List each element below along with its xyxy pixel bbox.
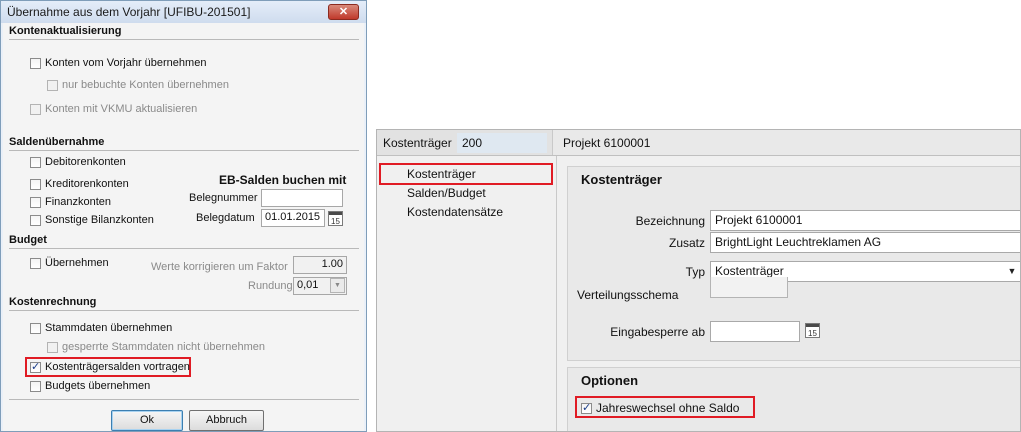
checkbox-stammdaten[interactable] (30, 322, 41, 334)
calendar-icon[interactable]: 15 (805, 323, 820, 338)
checkbox-budgets[interactable] (30, 380, 41, 392)
section-divider (9, 150, 359, 151)
checkbox-row-finanzkonten[interactable]: Finanzkonten (30, 196, 111, 208)
checkbox-row-budgets[interactable]: Budgets übernehmen (30, 380, 150, 392)
checkbox-label: Jahreswechsel ohne Saldo (596, 401, 740, 415)
group-title-optionen: Optionen (581, 373, 639, 388)
nav-item-kostentraeger[interactable]: Kostenträger (407, 167, 476, 181)
belegnummer-input[interactable] (261, 189, 343, 207)
bezeichnung-label: Bezeichnung (635, 214, 705, 228)
checkbox-label: gesperrte Stammdaten nicht übernehmen (62, 341, 266, 353)
belegdatum-input[interactable]: 01.01.2015 (261, 209, 325, 227)
kostentraeger-label: Kostenträger (383, 136, 452, 150)
section-divider (9, 39, 359, 40)
panel-content: Kostenträger Bezeichnung Projekt 6100001… (567, 166, 1020, 431)
section-divider (9, 310, 359, 311)
checkbox-label: Finanzkonten (45, 196, 112, 208)
checkbox-row-kostentraegersalden[interactable]: Kostenträgersalden vortragen (30, 360, 190, 373)
section-divider (9, 248, 359, 249)
checkbox-row-vkmu[interactable]: Konten mit VKMU aktualisieren (30, 103, 197, 115)
kostentraeger-number-field[interactable]: 200 (457, 133, 547, 153)
group-title-kostentraeger: Kostenträger (581, 172, 662, 187)
ok-button[interactable]: Ok (111, 410, 183, 431)
zusatz-input[interactable]: BrightLight Leuchtreklamen AG (710, 232, 1020, 253)
checkbox-label: Sonstige Bilanzkonten (45, 214, 154, 226)
section-divider (9, 399, 359, 400)
checkbox-label: Kostenträgersalden vortragen (45, 361, 190, 373)
faktor-input[interactable]: 1.00 (293, 256, 347, 274)
abbruch-button[interactable]: Abbruch (189, 410, 264, 431)
checkbox-label: Kreditorenkonten (45, 178, 129, 190)
checkbox-row-sonstige-bilanzkonten[interactable]: Sonstige Bilanzkonten (30, 214, 154, 226)
belegnummer-label: Belegnummer (189, 192, 258, 204)
checkbox-budget-uebernehmen[interactable] (30, 257, 41, 269)
checkbox-label: Debitorenkonten (45, 156, 126, 168)
section-title-budget: Budget (9, 234, 47, 246)
checkbox-nur-bebuchte[interactable] (47, 79, 58, 91)
calendar-icon[interactable]: 15 (328, 211, 343, 226)
checkbox-jahreswechsel[interactable] (581, 401, 592, 414)
rundung-value: 0,01 (297, 279, 319, 291)
eingabesperre-label: Eingabesperre ab (610, 325, 705, 339)
chevron-down-icon[interactable]: ▼ (330, 278, 345, 293)
checkbox-row-gesperrte[interactable]: gesperrte Stammdaten nicht übernehmen (47, 341, 265, 353)
panel-header: Kostenträger 200 Projekt 6100001 (377, 130, 1020, 156)
kostentraeger-panel: Kostenträger 200 Projekt 6100001 Kostent… (376, 129, 1021, 432)
checkbox-konten-vorjahr[interactable] (30, 57, 41, 69)
checkbox-row-kreditorenkonten[interactable]: Kreditorenkonten (30, 178, 129, 190)
checkbox-label: Übernehmen (45, 257, 109, 269)
dialog-body: Kontenaktualisierung Konten vom Vorjahr … (3, 23, 364, 431)
nav-item-salden-budget[interactable]: Salden/Budget (407, 186, 486, 200)
close-icon: ✕ (338, 6, 349, 18)
close-button[interactable]: ✕ (328, 4, 359, 20)
section-title-kostenrechnung: Kostenrechnung (9, 296, 97, 308)
chevron-down-icon[interactable]: ▼ (1004, 263, 1020, 280)
section-title-saldenuebernahme: Saldenübernahme (9, 136, 105, 148)
dialog-title-bar[interactable]: Übernahme aus dem Vorjahr [UFIBU-201501]… (1, 1, 366, 23)
checkbox-label: nur bebuchte Konten übernehmen (62, 79, 229, 91)
verteilungsschema-label: Verteilungsschema (577, 288, 679, 302)
checkbox-gesperrte[interactable] (47, 341, 58, 353)
eb-salden-heading: EB-Salden buchen mit (219, 173, 347, 187)
checkbox-label: Budgets übernehmen (45, 380, 151, 392)
bezeichnung-input[interactable]: Projekt 6100001 (710, 210, 1020, 231)
checkbox-row-stammdaten[interactable]: Stammdaten übernehmen (30, 322, 172, 334)
typ-label: Typ (685, 265, 705, 279)
rundung-label: Rundung (248, 280, 293, 292)
zusatz-label: Zusatz (668, 236, 705, 250)
belegdatum-label: Belegdatum (196, 212, 255, 224)
checkbox-label: Konten mit VKMU aktualisieren (45, 103, 198, 115)
checkbox-row-jahreswechsel[interactable]: Jahreswechsel ohne Saldo (581, 401, 739, 415)
checkbox-finanzkonten[interactable] (30, 196, 41, 208)
checkbox-row-debitorenkonten[interactable]: Debitorenkonten (30, 156, 126, 168)
dialog-title: Übernahme aus dem Vorjahr [UFIBU-201501] (7, 5, 251, 19)
checkbox-debitorenkonten[interactable] (30, 156, 41, 168)
faktor-label: Werte korrigieren um Faktor (151, 261, 288, 273)
uebernahme-dialog: Übernahme aus dem Vorjahr [UFIBU-201501]… (0, 0, 367, 432)
checkbox-label: Stammdaten übernehmen (45, 322, 173, 334)
checkbox-kostentraegersalden[interactable] (30, 360, 41, 373)
verteilungsschema-field[interactable] (710, 277, 788, 298)
nav-item-kostendatensaetze[interactable]: Kostendatensätze (407, 205, 503, 219)
eingabesperre-input[interactable] (710, 321, 800, 342)
checkbox-row-budget-uebernehmen[interactable]: Übernehmen (30, 257, 109, 269)
section-title-kontenaktualisierung: Kontenaktualisierung (9, 25, 122, 37)
panel-navigation: Kostenträger Salden/Budget Kostendatensä… (377, 156, 557, 431)
checkbox-vkmu[interactable] (30, 103, 41, 115)
checkbox-sonstige-bilanzkonten[interactable] (30, 214, 41, 226)
checkbox-row-nur-bebuchte[interactable]: nur bebuchte Konten übernehmen (47, 79, 229, 91)
checkbox-label: Konten vom Vorjahr übernehmen (45, 57, 207, 69)
checkbox-kreditorenkonten[interactable] (30, 178, 41, 190)
kostentraeger-name-display: Projekt 6100001 (552, 130, 1020, 155)
checkbox-row-konten-vorjahr[interactable]: Konten vom Vorjahr übernehmen (30, 57, 206, 69)
typ-value: Kostenträger (715, 264, 784, 278)
